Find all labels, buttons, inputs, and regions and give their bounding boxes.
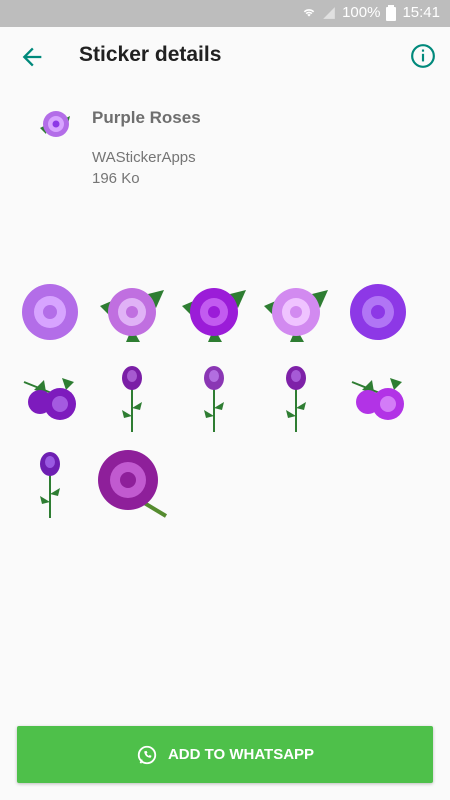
page-title: Sticker details (79, 43, 222, 66)
sticker-11[interactable] (14, 448, 86, 520)
pack-publisher: WAStickerApps (92, 149, 196, 166)
pack-name: Purple Roses (92, 108, 201, 127)
sticker-8[interactable] (178, 362, 250, 434)
sticker-5[interactable] (342, 276, 414, 348)
sticker-6[interactable] (14, 362, 86, 434)
add-to-whatsapp-label: ADD TO WHATSAPP (167, 746, 315, 763)
battery-icon (386, 4, 397, 21)
pack-tray-icon (40, 111, 70, 137)
sticker-9[interactable] (260, 362, 332, 434)
add-to-whatsapp-button[interactable]: ADD TO WHATSAPP (17, 726, 433, 783)
status-time: 15:41 (402, 4, 440, 21)
sticker-7[interactable] (96, 362, 168, 434)
whatsapp-icon (137, 745, 157, 764)
sticker-3[interactable] (178, 276, 250, 348)
sticker-10[interactable] (342, 362, 414, 434)
sticker-2[interactable] (96, 276, 168, 348)
wifi-icon (303, 8, 315, 16)
status-bar: 100% 15:41 (0, 0, 450, 27)
signal-icon (323, 6, 335, 19)
back-arrow-icon[interactable] (18, 43, 46, 71)
sticker-4[interactable] (260, 276, 332, 348)
sticker-1[interactable] (14, 276, 86, 348)
info-icon[interactable] (410, 43, 436, 69)
sticker-12[interactable] (96, 448, 168, 520)
pack-size: 196 Ko (92, 170, 140, 187)
app-bar: Sticker details (0, 27, 450, 87)
battery-percent: 100% (342, 4, 381, 21)
